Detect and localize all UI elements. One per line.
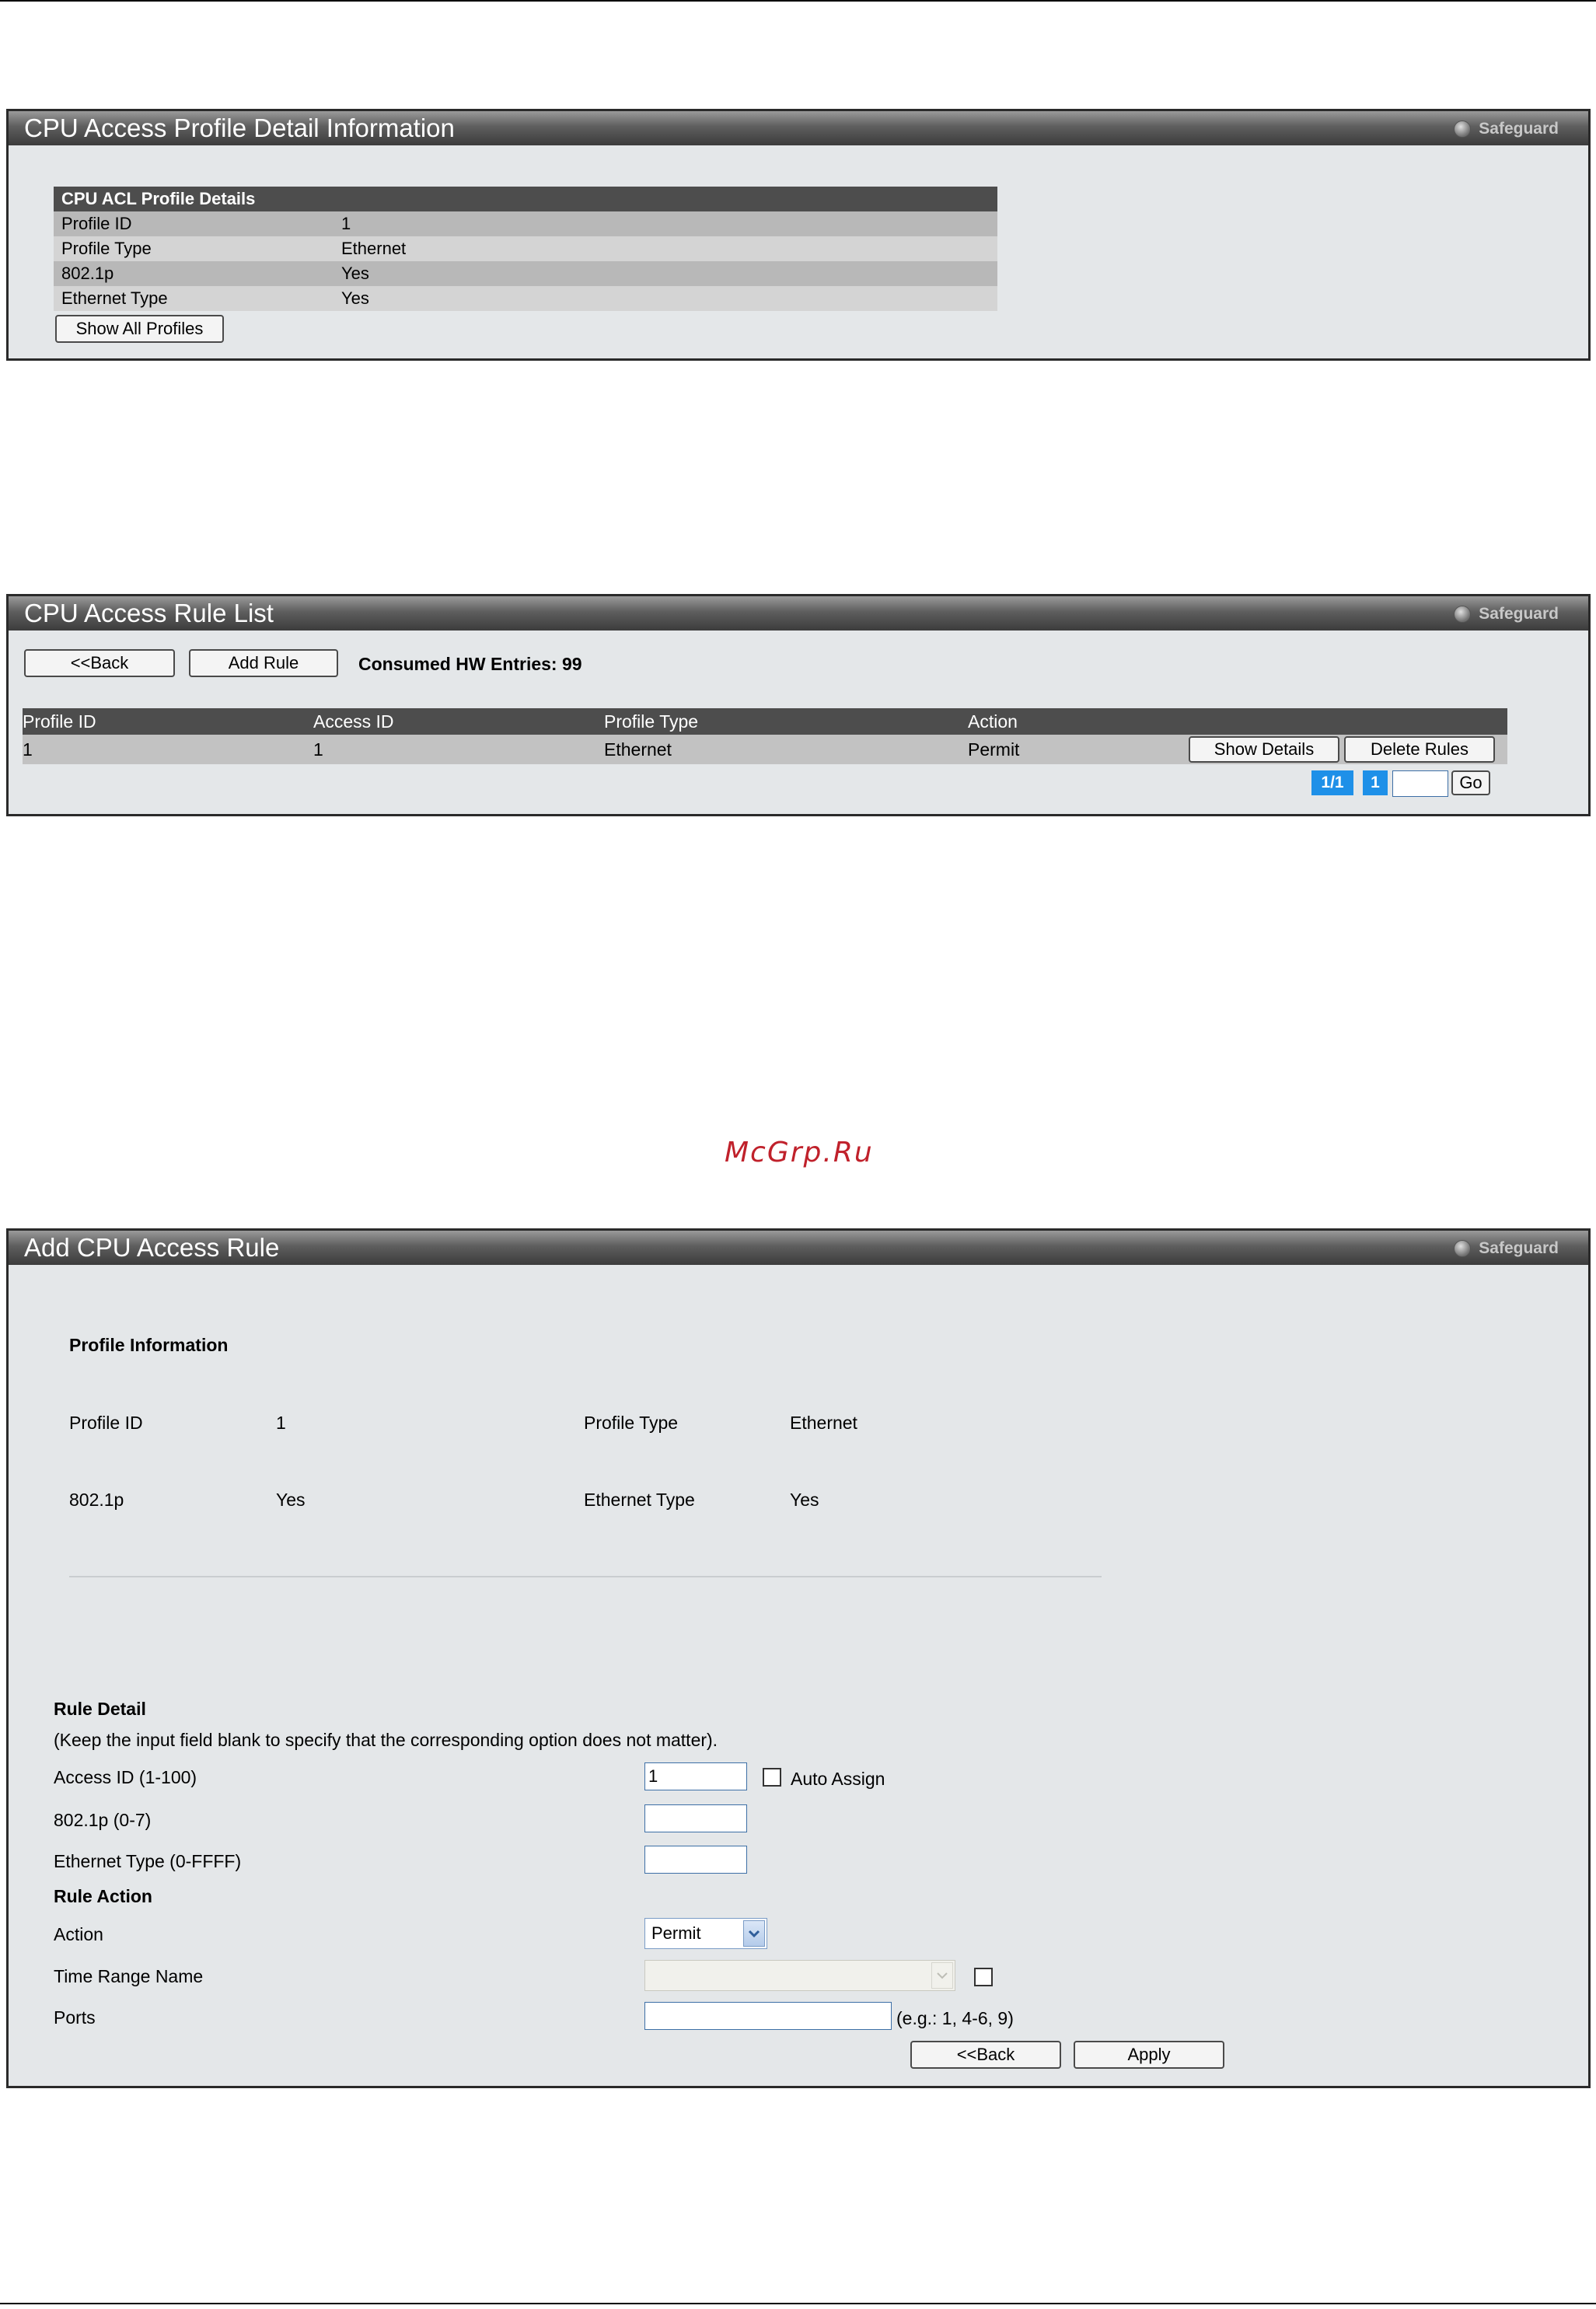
dot1p-value: Yes <box>276 1490 306 1510</box>
ethernet-type-label: Ethernet Type <box>584 1490 695 1510</box>
consumed-hw-entries: Consumed HW Entries: 99 <box>358 654 582 674</box>
time-range-select[interactable] <box>644 1960 955 1991</box>
detail-label: Profile ID <box>61 214 132 233</box>
panel-title: Add CPU Access Rule <box>24 1233 280 1262</box>
add-rule-panel: Add CPU Access Rule Safeguard Profile In… <box>6 1228 1591 2088</box>
detail-label: Ethernet Type <box>61 288 168 308</box>
auto-assign-label: Auto Assign <box>791 1769 885 1789</box>
profile-type-value: Ethernet <box>790 1413 857 1433</box>
profile-details-header: CPU ACL Profile Details <box>54 187 997 211</box>
ports-input[interactable] <box>644 2002 892 2030</box>
add-rule-button[interactable]: Add Rule <box>189 649 338 677</box>
show-all-profiles-button[interactable]: Show All Profiles <box>55 315 224 343</box>
profile-type-label: Profile Type <box>584 1413 679 1433</box>
detail-value: Ethernet <box>341 239 407 258</box>
detail-row: Ethernet Type Yes <box>54 286 997 311</box>
go-button[interactable]: Go <box>1451 770 1490 795</box>
ethernet-type-input[interactable] <box>644 1846 747 1874</box>
cell-access-id: 1 <box>313 739 323 760</box>
page-count-badge: 1/1 <box>1311 770 1353 795</box>
cell-profile-type: Ethernet <box>604 739 672 760</box>
safeguard-indicator: Safeguard <box>1454 1238 1559 1259</box>
detail-value: Yes <box>341 288 369 308</box>
ethernet-type-field-label: Ethernet Type (0-FFFF) <box>54 1851 242 1871</box>
delete-rules-button[interactable]: Delete Rules <box>1344 736 1495 763</box>
profile-detail-panel: CPU Access Profile Detail Information Sa… <box>6 109 1591 361</box>
ports-hint: (e.g.: 1, 4-6, 9) <box>896 2008 1014 2028</box>
time-range-label: Time Range Name <box>54 1966 204 1986</box>
panel-title: CPU Access Rule List <box>24 599 274 627</box>
back-button[interactable]: <<Back <box>24 649 175 677</box>
detail-value: Yes <box>341 264 369 283</box>
chevron-down-icon <box>743 1920 765 1947</box>
column-header-action: Action <box>968 711 1018 732</box>
profile-details-heading: CPU ACL Profile Details <box>61 189 256 208</box>
chevron-down-icon <box>931 1962 953 1989</box>
panel-title: CPU Access Profile Detail Information <box>24 114 455 142</box>
dot1p-input[interactable] <box>644 1804 747 1832</box>
top-rule <box>0 0 1596 2</box>
bottom-rule <box>0 2303 1596 2304</box>
panel-titlebar: Add CPU Access Rule Safeguard <box>9 1231 1588 1265</box>
rule-list-panel: CPU Access Rule List Safeguard <<Back Ad… <box>6 594 1591 816</box>
show-details-button[interactable]: Show Details <box>1189 736 1339 763</box>
safeguard-label: Safeguard <box>1479 605 1559 623</box>
detail-label: Profile Type <box>61 239 152 258</box>
detail-row: Profile ID 1 <box>54 211 997 236</box>
panel-titlebar: CPU Access Rule List Safeguard <box>9 596 1588 631</box>
page-number-input[interactable] <box>1392 770 1448 797</box>
safeguard-label: Safeguard <box>1479 1239 1559 1257</box>
profile-id-value: 1 <box>276 1413 286 1433</box>
action-selected-value: Permit <box>651 1923 701 1943</box>
dot1p-field-label: 802.1p (0-7) <box>54 1810 152 1830</box>
dot1p-label: 802.1p <box>69 1490 124 1510</box>
column-header-profile-id: Profile ID <box>23 711 96 732</box>
cell-action: Permit <box>968 739 1020 760</box>
detail-label: 802.1p <box>61 264 114 283</box>
detail-value: 1 <box>341 214 351 233</box>
back-button[interactable]: <<Back <box>910 2041 1061 2069</box>
ports-label: Ports <box>54 2007 96 2028</box>
safeguard-icon <box>1454 1240 1472 1257</box>
rule-action-heading: Rule Action <box>54 1886 152 1906</box>
detail-row: Profile Type Ethernet <box>54 236 997 261</box>
rule-detail-heading: Rule Detail <box>54 1699 146 1719</box>
action-label: Action <box>54 1924 103 1944</box>
profile-id-label: Profile ID <box>69 1413 143 1433</box>
column-header-access-id: Access ID <box>313 711 394 732</box>
safeguard-indicator: Safeguard <box>1454 119 1559 139</box>
access-id-input[interactable] <box>644 1762 747 1790</box>
cell-profile-id: 1 <box>23 739 33 760</box>
apply-button[interactable]: Apply <box>1074 2041 1224 2069</box>
rule-detail-note: (Keep the input field blank to specify t… <box>54 1730 718 1750</box>
auto-assign-checkbox[interactable] <box>763 1768 781 1787</box>
rule-list-header: Profile ID Access ID Profile Type Action <box>23 708 1507 735</box>
ethernet-type-value: Yes <box>790 1490 819 1510</box>
access-id-label: Access ID (1-100) <box>54 1767 197 1787</box>
panel-titlebar: CPU Access Profile Detail Information Sa… <box>9 111 1588 145</box>
safeguard-indicator: Safeguard <box>1454 604 1559 624</box>
divider <box>69 1576 1102 1577</box>
action-select[interactable]: Permit <box>644 1918 767 1949</box>
safeguard-label: Safeguard <box>1479 120 1559 138</box>
page-link-1[interactable]: 1 <box>1363 770 1388 795</box>
column-header-profile-type: Profile Type <box>604 711 699 732</box>
safeguard-icon <box>1454 121 1472 138</box>
safeguard-icon <box>1454 606 1472 623</box>
time-range-checkbox[interactable] <box>974 1968 993 1986</box>
detail-row: 802.1p Yes <box>54 261 997 286</box>
profile-information-heading: Profile Information <box>69 1335 229 1355</box>
watermark: McGrp.Ru <box>725 1137 874 1168</box>
